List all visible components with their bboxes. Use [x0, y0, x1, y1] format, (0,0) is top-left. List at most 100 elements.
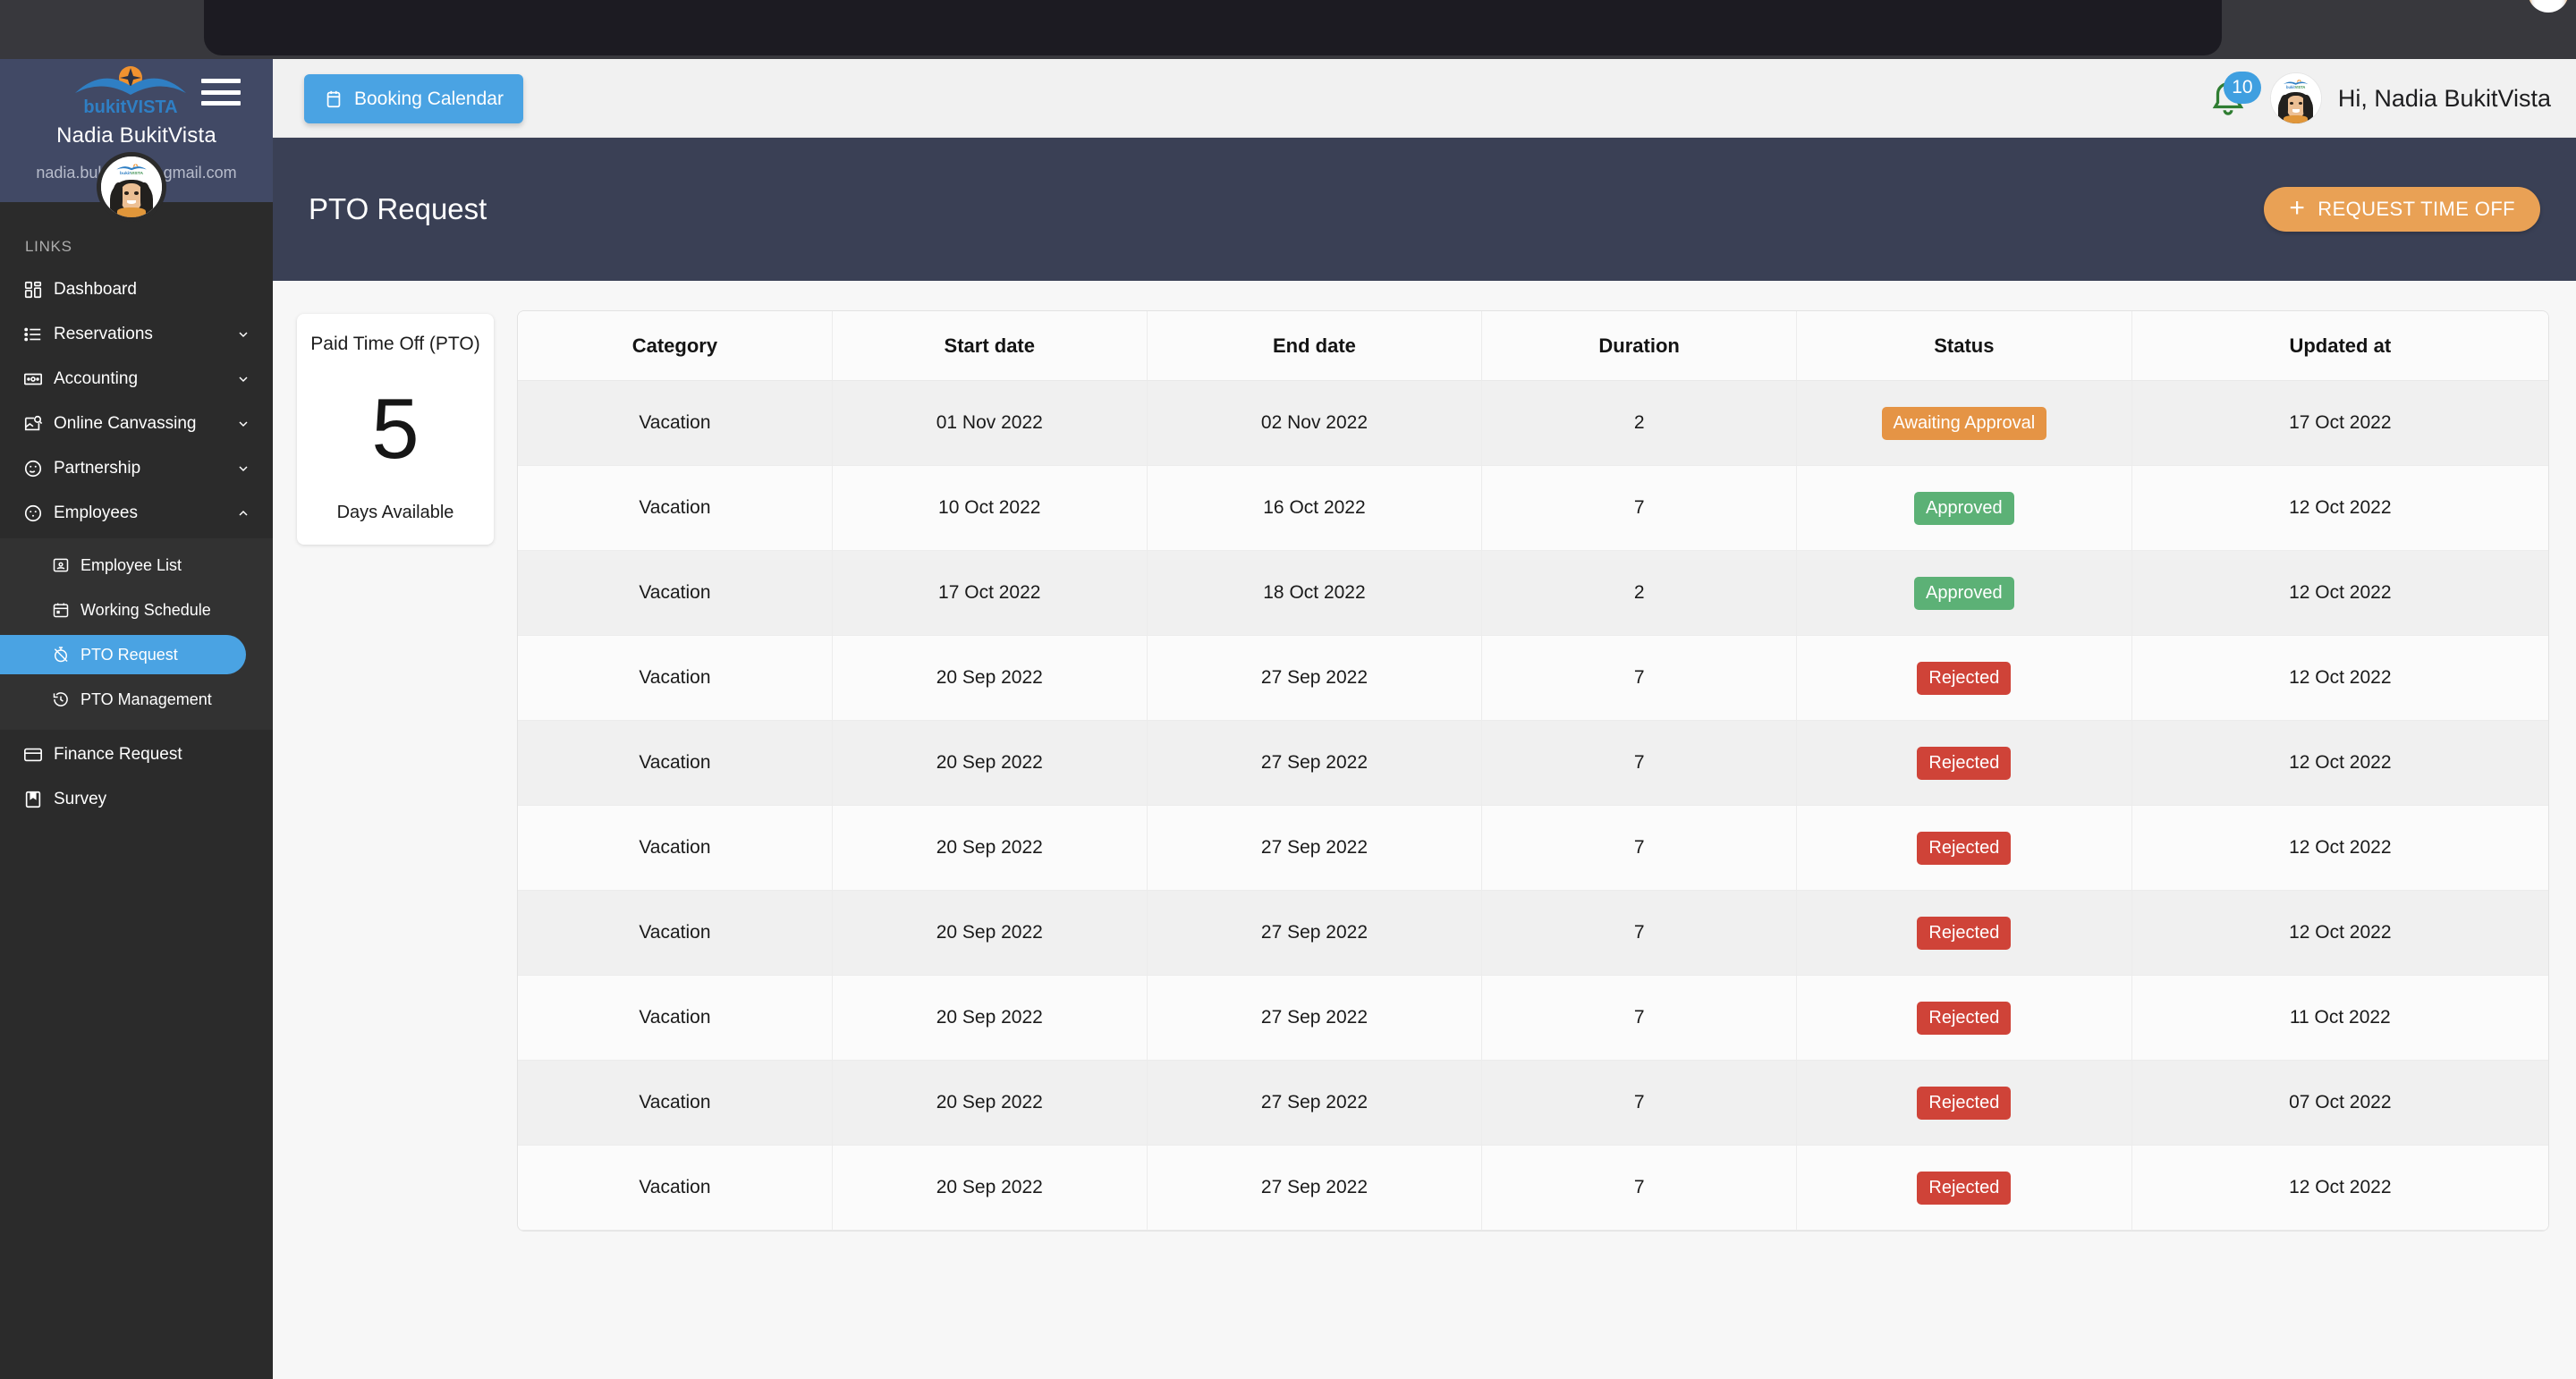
sidebar-avatar[interactable]: bukitVISTA — [97, 152, 166, 222]
cell-duration: 2 — [1482, 551, 1798, 636]
cell-status: Approved — [1797, 551, 2132, 636]
pto-summary-card: Paid Time Off (PTO) 5 Days Available — [297, 314, 494, 545]
cell-status: Rejected — [1797, 1061, 2132, 1146]
sidebar-item-pto-request[interactable]: PTO Request — [0, 635, 246, 674]
sidebar-item-accounting[interactable]: Accounting — [0, 360, 273, 399]
page-title: PTO Request — [309, 192, 487, 225]
sidebar-item-working-schedule[interactable]: Working Schedule — [0, 590, 273, 630]
table-row[interactable]: Vacation 20 Sep 2022 27 Sep 2022 7 Rejected 1… — [518, 976, 2548, 1061]
table-row[interactable]: Vacation 20 Sep 2022 27 Sep 2022 7 Rejected 1… — [518, 891, 2548, 976]
calendar-icon — [324, 89, 343, 109]
topbar-avatar[interactable]: bukitVISTA — [2269, 72, 2322, 124]
cell-start-date: 20 Sep 2022 — [832, 891, 1148, 976]
avatar-mini-logo: bukitVISTA — [116, 164, 147, 176]
sidebar-item-label: Survey — [54, 790, 107, 808]
sidebar-item-online-canvassing[interactable]: Online Canvassing — [0, 404, 273, 444]
cell-start-date: 17 Oct 2022 — [832, 551, 1148, 636]
cell-end-date: 27 Sep 2022 — [1147, 806, 1483, 891]
cell-end-date: 27 Sep 2022 — [1147, 1146, 1483, 1231]
status-badge: Rejected — [1917, 831, 2012, 865]
cell-updated-at: 12 Oct 2022 — [2131, 636, 2548, 721]
sidebar-item-pto-management[interactable]: PTO Management — [0, 680, 273, 719]
sidebar-item-partnership[interactable]: Partnership — [0, 449, 273, 488]
chevron-down-icon[interactable] — [233, 327, 253, 342]
chevron-up-icon[interactable] — [233, 506, 253, 520]
cell-start-date: 20 Sep 2022 — [832, 636, 1148, 721]
table-row[interactable]: Vacation 10 Oct 2022 16 Oct 2022 7 Approved 1… — [518, 466, 2548, 551]
cell-updated-at: 07 Oct 2022 — [2131, 1061, 2548, 1146]
cell-duration: 7 — [1482, 636, 1798, 721]
employees-face-icon — [23, 503, 54, 523]
request-time-off-button[interactable]: + REQUEST TIME OFF — [2264, 187, 2540, 232]
sidebar-item-label: Finance Request — [54, 745, 182, 764]
sidebar-user-name: Nadia BukitVista — [56, 123, 216, 148]
stopwatch-off-icon — [52, 646, 80, 664]
pto-card-subtitle: Days Available — [336, 503, 454, 522]
sidebar-item-label: Employees — [54, 503, 138, 522]
table-row[interactable]: Vacation 20 Sep 2022 27 Sep 2022 7 Rejected 1… — [518, 1146, 2548, 1231]
sidebar-item-employees[interactable]: Employees — [0, 494, 273, 533]
chevron-down-icon[interactable] — [233, 417, 253, 431]
status-badge: Approved — [1914, 576, 2014, 610]
table-row[interactable]: Vacation 17 Oct 2022 18 Oct 2022 2 Approved 1… — [518, 551, 2548, 636]
right-column: Category Start date End date Duration St… — [505, 299, 2576, 1379]
svg-text:bukitVISTA: bukitVISTA — [2286, 85, 2305, 89]
sidebar-item-label: Online Canvassing — [54, 414, 197, 433]
table-row[interactable]: Vacation 20 Sep 2022 27 Sep 2022 7 Rejected 1… — [518, 636, 2548, 721]
chevron-down-icon[interactable] — [233, 372, 253, 386]
sidebar-item-employee-list[interactable]: Employee List — [0, 546, 273, 585]
cell-start-date: 20 Sep 2022 — [832, 806, 1148, 891]
column-header-updated-at[interactable]: Updated at — [2131, 311, 2548, 381]
sidebar-item-dashboard[interactable]: Dashboard — [0, 270, 273, 309]
column-header-start-date[interactable]: Start date — [832, 311, 1148, 381]
topbar: Booking Calendar 10 bukitVISTA Hi, Nadia… — [273, 59, 2576, 138]
cell-start-date: 01 Nov 2022 — [832, 381, 1148, 466]
sidebar-item-label: PTO Request — [80, 645, 178, 664]
page-header-banner: PTO Request + REQUEST TIME OFF — [273, 138, 2576, 281]
table-row[interactable]: Vacation 01 Nov 2022 02 Nov 2022 2 Awaiting … — [518, 381, 2548, 466]
booking-calendar-button[interactable]: Booking Calendar — [304, 74, 523, 123]
bukitvista-logo[interactable]: bukitVISTA — [68, 66, 193, 116]
handshake-face-icon — [23, 459, 54, 478]
column-header-end-date[interactable]: End date — [1147, 311, 1483, 381]
cell-duration: 7 — [1482, 806, 1798, 891]
cell-category: Vacation — [518, 721, 833, 806]
status-badge: Rejected — [1917, 1171, 2012, 1205]
sidebar-item-finance-request[interactable]: Finance Request — [0, 735, 273, 774]
cell-status: Rejected — [1797, 891, 2132, 976]
table-row[interactable]: Vacation 20 Sep 2022 27 Sep 2022 7 Rejected 0… — [518, 1061, 2548, 1146]
dashboard-grid-icon — [23, 280, 54, 300]
cell-status: Rejected — [1797, 721, 2132, 806]
column-header-category[interactable]: Category — [518, 311, 833, 381]
credit-card-icon — [23, 745, 54, 765]
pto-days-available-value: 5 — [371, 380, 419, 477]
sidebar-item-survey[interactable]: Survey — [0, 780, 273, 819]
cell-end-date: 18 Oct 2022 — [1147, 551, 1483, 636]
cell-start-date: 20 Sep 2022 — [832, 1146, 1148, 1231]
cell-start-date: 20 Sep 2022 — [832, 1061, 1148, 1146]
chevron-down-icon[interactable] — [233, 461, 253, 476]
cell-duration: 7 — [1482, 466, 1798, 551]
topbar-right-cluster: 10 bukitVISTA Hi, Nadia BukitVista — [2207, 59, 2551, 138]
table-row[interactable]: Vacation 20 Sep 2022 27 Sep 2022 7 Rejected 1… — [518, 721, 2548, 806]
notification-bell-button[interactable]: 10 — [2207, 72, 2261, 122]
sidebar-item-label: Employee List — [80, 555, 182, 574]
sidebar-item-reservations[interactable]: Reservations — [0, 315, 273, 354]
cell-updated-at: 12 Oct 2022 — [2131, 551, 2548, 636]
request-time-off-label: REQUEST TIME OFF — [2318, 198, 2515, 220]
cell-duration: 7 — [1482, 891, 1798, 976]
cell-duration: 7 — [1482, 1061, 1798, 1146]
cell-updated-at: 12 Oct 2022 — [2131, 891, 2548, 976]
cell-duration: 7 — [1482, 976, 1798, 1061]
hamburger-menu-icon[interactable] — [201, 79, 241, 106]
column-header-duration[interactable]: Duration — [1482, 311, 1798, 381]
table-row[interactable]: Vacation 20 Sep 2022 27 Sep 2022 7 Rejected 1… — [518, 806, 2548, 891]
money-icon — [23, 369, 54, 389]
status-badge: Rejected — [1917, 1086, 2012, 1120]
browser-tab[interactable] — [204, 0, 2222, 55]
cell-end-date: 27 Sep 2022 — [1147, 891, 1483, 976]
table-head: Category Start date End date Duration St… — [518, 311, 2548, 381]
cell-duration: 2 — [1482, 381, 1798, 466]
column-header-status[interactable]: Status — [1797, 311, 2132, 381]
cell-end-date: 27 Sep 2022 — [1147, 636, 1483, 721]
